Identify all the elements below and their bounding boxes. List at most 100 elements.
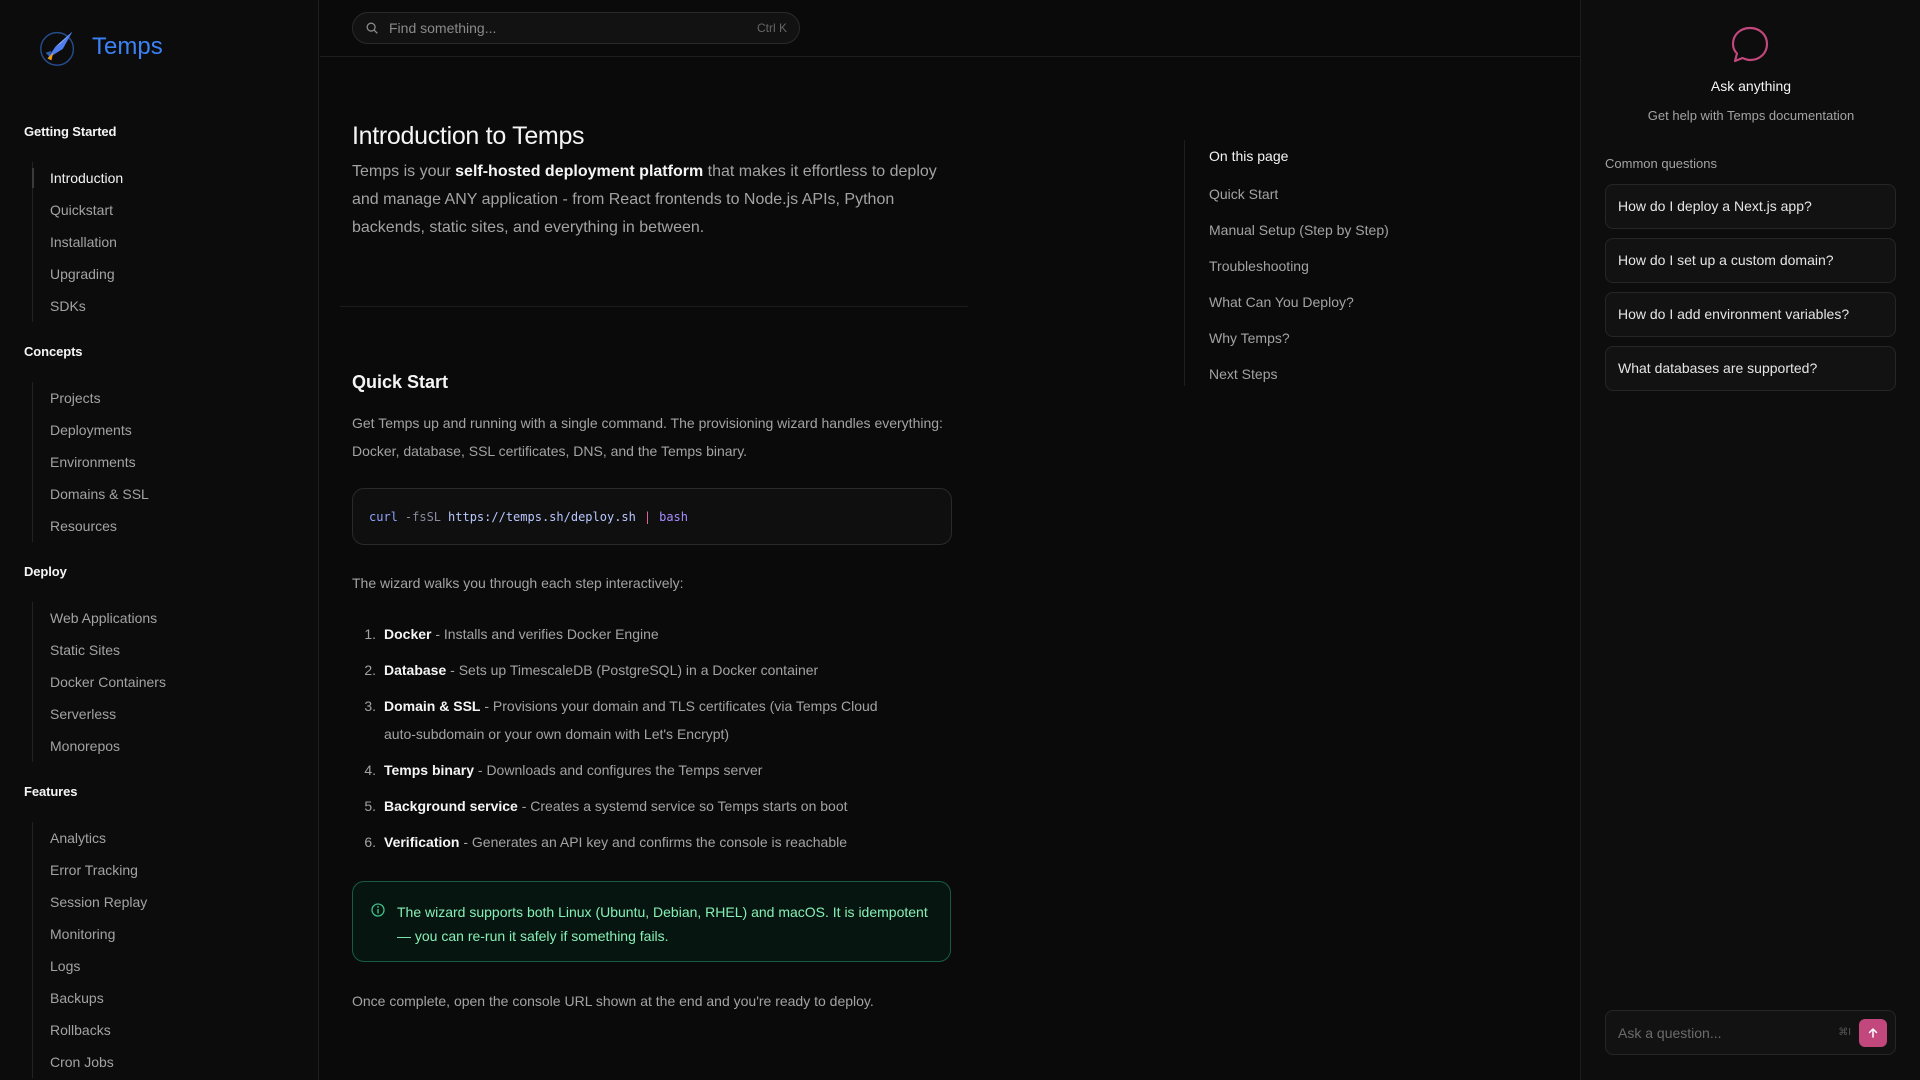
step-text: - Installs and verifies Docker Engine	[431, 626, 659, 642]
brand-name: Temps	[92, 33, 163, 60]
code-command: curl	[369, 509, 398, 524]
sidebar-item-web-applications[interactable]: Web Applications	[33, 602, 314, 634]
step-title: Background service	[384, 798, 518, 814]
sidebar-item-cron-jobs[interactable]: Cron Jobs	[33, 1046, 314, 1078]
quick-start-heading: Quick Start	[352, 372, 449, 392]
sidebar-item-quickstart[interactable]: Quickstart	[33, 194, 314, 226]
sidebar-item-installation[interactable]: Installation	[33, 226, 314, 258]
common-questions-title: Common questions	[1605, 156, 1717, 171]
step-text: - Sets up TimescaleDB (PostgreSQL) in a …	[446, 662, 819, 678]
nav-section-title: Concepts	[24, 344, 83, 359]
ask-placeholder: Ask a question...	[1618, 1024, 1722, 1041]
send-button[interactable]	[1859, 1018, 1887, 1047]
sidebar-item-backups[interactable]: Backups	[33, 982, 314, 1014]
step-title: Database	[384, 662, 447, 678]
main-content: Introduction to Temps Temps is your self…	[352, 118, 952, 242]
brand[interactable]: Temps	[36, 24, 163, 70]
sidebar-item-environments[interactable]: Environments	[33, 446, 314, 478]
quick-start-description: Get Temps up and running with a single c…	[352, 415, 943, 459]
sidebar-item-introduction[interactable]: Introduction	[32, 162, 314, 194]
sidebar-item-upgrading[interactable]: Upgrading	[33, 258, 314, 290]
nav-list: Analytics Error Tracking Session Replay …	[32, 822, 314, 1078]
assistant-subtitle: Get help with Temps documentation	[1647, 108, 1855, 123]
step-number: 3.	[364, 698, 376, 714]
list-item: 1. Docker - Installs and verifies Docker …	[352, 620, 912, 648]
assistant-panel: Ask anything Get help with Temps documen…	[1580, 0, 1920, 1080]
search-shortcut: Ctrl K	[757, 21, 787, 35]
ask-question-input[interactable]: Ask a question... ⌘I	[1605, 1010, 1896, 1055]
toc-title: On this page	[1209, 148, 1289, 164]
sidebar: Temps Getting Started Introduction Quick…	[0, 0, 319, 1080]
sidebar-item-logs[interactable]: Logs	[33, 950, 314, 982]
sidebar-item-analytics[interactable]: Analytics	[33, 822, 314, 854]
sidebar-item-serverless[interactable]: Serverless	[33, 698, 314, 730]
question-button[interactable]: How do I deploy a Next.js app?	[1605, 184, 1896, 229]
step-text: - Generates an API key and confirms the …	[459, 834, 848, 850]
list-item: 3. Domain & SSL - Provisions your domain …	[352, 692, 912, 748]
toc-item-next-steps[interactable]: Next Steps	[1209, 356, 1514, 392]
nav-section-deploy: Deploy Web Applications Static Sites Doc…	[24, 562, 314, 762]
list-item: 5. Background service - Creates a systemd…	[352, 792, 912, 820]
topbar-divider	[320, 56, 1580, 57]
toc-item-quick-start[interactable]: Quick Start	[1209, 176, 1514, 212]
sidebar-item-docker-containers[interactable]: Docker Containers	[33, 666, 314, 698]
sidebar-item-session-replay[interactable]: Session Replay	[33, 886, 314, 918]
sidebar-item-static-sites[interactable]: Static Sites	[33, 634, 314, 666]
toc-item-manual-setup[interactable]: Manual Setup (Step by Step)	[1209, 212, 1514, 248]
code-block[interactable]: curl -fsSL https://temps.sh/deploy.sh | …	[352, 488, 952, 545]
question-button[interactable]: How do I add environment variables?	[1605, 292, 1896, 337]
code-flag: -fsSL	[404, 509, 442, 524]
sidebar-item-sdks[interactable]: SDKs	[33, 290, 314, 322]
sidebar-item-error-tracking[interactable]: Error Tracking	[33, 854, 314, 886]
list-item: 4. Temps binary - Downloads and configure…	[352, 756, 912, 784]
search-icon	[366, 22, 378, 34]
toc-item-troubleshooting[interactable]: Troubleshooting	[1209, 248, 1514, 284]
nav-section-title: Getting Started	[24, 124, 117, 139]
step-number: 5.	[364, 798, 376, 814]
question-button[interactable]: What databases are supported?	[1605, 346, 1896, 391]
list-item: 6. Verification - Generates an API key an…	[352, 828, 912, 856]
sidebar-item-deployments[interactable]: Deployments	[33, 414, 314, 446]
assistant-title: Ask anything	[1710, 78, 1792, 94]
sidebar-item-rollbacks[interactable]: Rollbacks	[33, 1014, 314, 1046]
sidebar-item-resources[interactable]: Resources	[33, 510, 314, 542]
search-placeholder: Find something...	[389, 20, 497, 36]
sidebar-item-monitoring[interactable]: Monitoring	[33, 918, 314, 950]
sidebar-item-projects[interactable]: Projects	[33, 382, 314, 414]
nav-list: Web Applications Static Sites Docker Con…	[32, 602, 314, 762]
step-title: Temps binary	[384, 762, 474, 778]
intro-paragraph: Temps is your self-hosted deployment pla…	[352, 158, 952, 242]
section-divider	[340, 306, 968, 307]
wizard-intro: The wizard walks you through each step i…	[352, 575, 684, 591]
nav-section-concepts: Concepts Projects Deployments Environmen…	[24, 342, 314, 542]
nav-list: Introduction Quickstart Installation Upg…	[32, 162, 314, 322]
chat-bubble-icon	[1731, 26, 1769, 63]
sidebar-item-monorepos[interactable]: Monorepos	[33, 730, 314, 762]
nav-section-title: Deploy	[24, 564, 67, 579]
arrow-up-icon	[1868, 1027, 1878, 1038]
toc-item-what-can-you-deploy[interactable]: What Can You Deploy?	[1209, 284, 1514, 320]
step-title: Verification	[384, 834, 460, 850]
step-number: 1.	[364, 626, 376, 642]
step-text: - Downloads and configures the Temps ser…	[474, 762, 763, 778]
intro-bold: self-hosted deployment platform	[455, 163, 704, 180]
step-text: - Creates a systemd service so Temps sta…	[517, 798, 848, 814]
nav-section-features: Features Analytics Error Tracking Sessio…	[24, 782, 314, 1078]
sidebar-item-domains-ssl[interactable]: Domains & SSL	[33, 478, 314, 510]
nav-section-getting-started: Getting Started Introduction Quickstart …	[24, 122, 314, 322]
step-number: 2.	[364, 662, 376, 678]
code-url: https://temps.sh/deploy.sh	[448, 509, 636, 524]
rocket-logo-icon	[40, 31, 75, 66]
step-number: 6.	[364, 834, 376, 850]
code-pipe: |	[643, 509, 652, 524]
toc-item-why-temps[interactable]: Why Temps?	[1209, 320, 1514, 356]
question-button[interactable]: How do I set up a custom domain?	[1605, 238, 1896, 283]
intro-prefix: Temps is your	[352, 163, 456, 180]
search-input[interactable]: Find something... Ctrl K	[352, 12, 800, 44]
code-shell: bash	[659, 509, 689, 524]
table-of-contents: On this page Quick Start Manual Setup (S…	[1184, 140, 1514, 386]
ask-shortcut: ⌘I	[1838, 1027, 1851, 1038]
info-callout: The wizard supports both Linux (Ubuntu, …	[352, 881, 951, 962]
step-number: 4.	[364, 762, 376, 778]
nav-list: Projects Deployments Environments Domain…	[32, 382, 314, 542]
